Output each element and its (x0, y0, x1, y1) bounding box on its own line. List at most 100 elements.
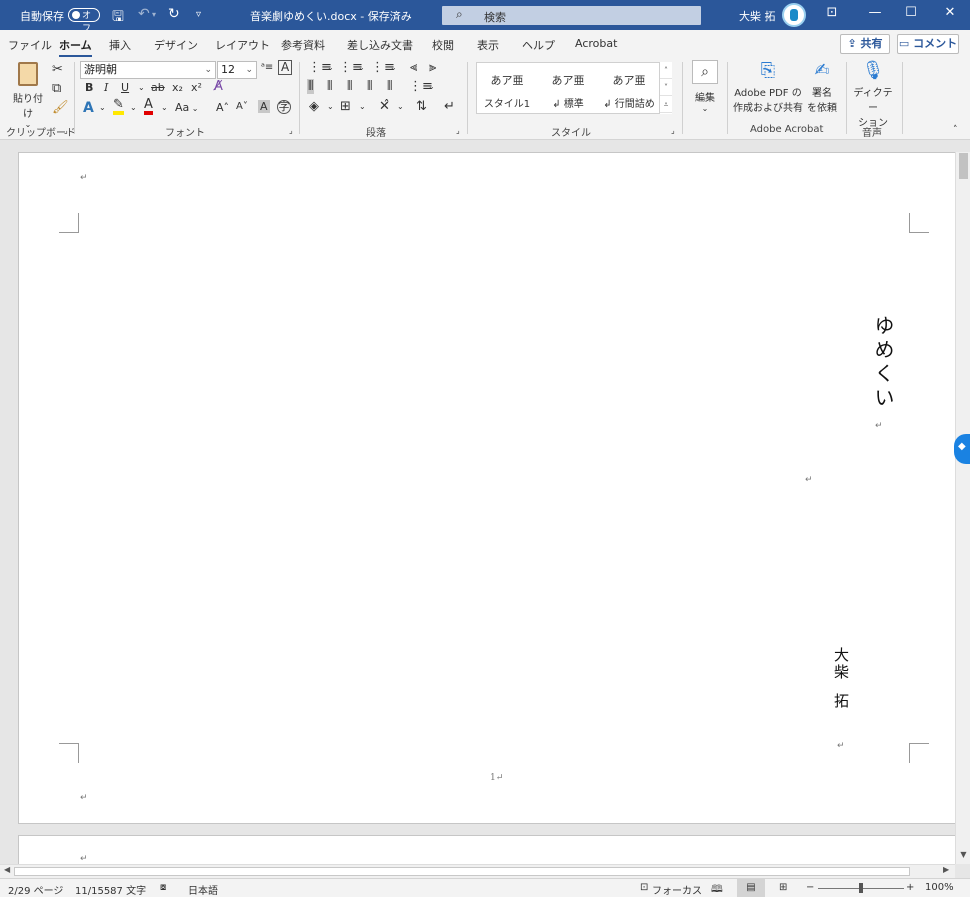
customize-qat-icon[interactable]: ▿ (196, 9, 201, 20)
autosave-toggle[interactable]: オフ (68, 8, 100, 34)
tab-file[interactable]: ファイル (8, 37, 52, 53)
char-shading-icon[interactable]: A (258, 100, 270, 113)
text-effects-icon[interactable]: A (83, 100, 94, 116)
highlight-dropdown-icon[interactable]: ⌄ (130, 103, 137, 112)
tab-view[interactable]: 表示 (477, 37, 499, 53)
clear-formatting-icon[interactable]: A̸ (214, 79, 223, 94)
horizontal-scrollbar[interactable]: ◀ ▶ (0, 864, 955, 878)
text-effects-dropdown-icon[interactable]: ⌄ (99, 103, 106, 112)
align-bottom-icon[interactable]: ⫴ (347, 79, 352, 94)
print-layout-icon[interactable]: ▤ (737, 879, 765, 897)
page[interactable]: ↵ ゆめくい ↵ ↵ 大柴 拓 ↵ 1↵ ↵ (18, 152, 955, 824)
asian-layout-icon[interactable]: ✕̂ (379, 99, 390, 114)
dropbox-icon[interactable] (954, 434, 970, 464)
multilevel-dropdown-icon[interactable]: ⌄ (390, 63, 397, 72)
underline-dropdown-icon[interactable]: ⌄ (138, 83, 145, 92)
style-item[interactable]: あア亜 ↲ 標準 (538, 63, 598, 111)
scroll-thumb[interactable] (959, 153, 968, 179)
font-launcher-icon[interactable]: ⌟ (289, 126, 293, 135)
tab-home[interactable]: ホーム (59, 37, 92, 57)
borders-icon[interactable]: ⊞ (340, 99, 351, 114)
avatar[interactable] (782, 3, 806, 27)
tab-review[interactable]: 校閲 (432, 37, 454, 53)
chevron-down-icon[interactable]: ˅ (660, 79, 672, 96)
save-icon[interactable]: 🖫 (112, 6, 124, 30)
char-border-icon[interactable]: A (278, 60, 293, 75)
asian-layout-dropdown-icon[interactable]: ⌄ (397, 102, 404, 111)
focus-button[interactable]: フォーカス (652, 882, 702, 897)
line-spacing-dropdown-icon[interactable]: ⌄ (428, 82, 435, 91)
tab-layout[interactable]: レイアウト (215, 37, 270, 53)
request-signature-button[interactable]: ✍ 署名 を依頼 (804, 60, 840, 120)
tab-help[interactable]: ヘルプ (522, 37, 555, 53)
paragraph-launcher-icon[interactable]: ⌟ (456, 126, 460, 135)
share-button[interactable]: ⇪ 共有 (840, 34, 890, 54)
scroll-down-icon[interactable]: ▼ (956, 850, 970, 859)
editing-button[interactable]: ⌕ 編集 ⌄ (690, 60, 720, 114)
collapse-ribbon-icon[interactable]: ˄ (953, 125, 958, 135)
distribute-icon[interactable]: ⫴ (387, 79, 392, 94)
ribbon-display-options-icon[interactable]: ⊡ (817, 5, 847, 20)
user-name[interactable]: 大柴 拓 (739, 8, 776, 24)
vertical-scrollbar[interactable]: ▼ (955, 152, 970, 864)
web-layout-icon[interactable]: ⊞ (779, 882, 787, 893)
show-marks-icon[interactable]: ↵ (444, 99, 455, 114)
tab-insert[interactable]: 挿入 (109, 37, 131, 53)
zoom-in-button[interactable]: + (906, 882, 914, 893)
search-box[interactable]: ⌕ 検索 (442, 6, 701, 25)
maximize-icon[interactable]: ☐ (896, 5, 926, 20)
decrease-indent-icon[interactable]: ⫷ (410, 60, 417, 75)
proofing-icon[interactable]: ⧇ (160, 882, 166, 893)
underline-icon[interactable]: U (121, 81, 129, 94)
bold-icon[interactable]: B (85, 81, 93, 94)
tab-references[interactable]: 参考資料 (281, 37, 325, 53)
scroll-left-icon[interactable]: ◀ (4, 865, 10, 874)
dictate-button[interactable]: 🎙 ディクテー ション (851, 60, 895, 129)
language[interactable]: 日本語 (188, 882, 218, 897)
grow-font-icon[interactable]: A˄ (216, 101, 229, 114)
subscript-icon[interactable]: x₂ (172, 81, 183, 94)
superscript-icon[interactable]: x² (191, 81, 202, 94)
shrink-font-icon[interactable]: A˅ (236, 101, 248, 112)
undo-icon[interactable]: ↶ (138, 6, 150, 22)
borders-dropdown-icon[interactable]: ⌄ (359, 102, 366, 111)
paste-button[interactable]: 貼り付け ⌄ (10, 62, 46, 129)
increase-indent-icon[interactable]: ⫸ (429, 60, 436, 75)
numbering-dropdown-icon[interactable]: ⌄ (358, 63, 365, 72)
zoom-slider-thumb[interactable] (859, 883, 863, 893)
font-color-icon[interactable]: A (144, 98, 153, 115)
styles-launcher-icon[interactable]: ⌟ (671, 126, 675, 135)
page[interactable]: ↵ (18, 835, 955, 864)
font-name-combo[interactable]: 游明朝 ⌄ (80, 61, 216, 79)
tab-acrobat[interactable]: Acrobat (575, 37, 617, 50)
align-top-icon[interactable]: ⫴ (307, 79, 315, 94)
scroll-thumb[interactable] (14, 867, 910, 876)
create-pdf-button[interactable]: ⎘ Adobe PDF の 作成および共有 (733, 60, 803, 120)
font-size-combo[interactable]: 12 ⌄ (217, 61, 257, 79)
tab-mailings[interactable]: 差し込み文書 (347, 37, 413, 53)
change-case-button[interactable]: Aa ⌄ (175, 101, 199, 114)
chevron-up-icon[interactable]: ˄ (660, 62, 672, 79)
highlight-icon[interactable]: ✎ (113, 98, 124, 115)
shading-dropdown-icon[interactable]: ⌄ (327, 102, 334, 111)
font-color-dropdown-icon[interactable]: ⌄ (161, 103, 168, 112)
read-mode-icon[interactable]: 🕮 (711, 882, 723, 897)
minimize-icon[interactable]: — (860, 5, 890, 20)
close-icon[interactable]: ✕ (935, 5, 965, 20)
strikethrough-icon[interactable]: ab (151, 81, 165, 94)
undo-dropdown-icon[interactable]: ▾ (152, 10, 156, 19)
enclose-char-icon[interactable]: 字 (277, 100, 291, 114)
shading-icon[interactable]: ◈ (309, 99, 319, 114)
align-center-icon[interactable]: ⫴ (327, 79, 332, 94)
copy-icon[interactable]: ⧉ (52, 81, 61, 96)
zoom-out-button[interactable]: − (806, 882, 814, 893)
comment-button[interactable]: ▭ コメント (897, 34, 959, 54)
word-count[interactable]: 11/15587 文字 (75, 882, 146, 897)
format-painter-icon[interactable]: 🖌 (52, 100, 69, 115)
sort-icon[interactable]: ⇅ (416, 99, 427, 114)
bullets-dropdown-icon[interactable]: ⌄ (327, 63, 334, 72)
cut-icon[interactable]: ✂ (52, 62, 63, 77)
page-count[interactable]: 2/29 ページ (8, 882, 63, 897)
tab-design[interactable]: デザイン (154, 37, 198, 53)
ruby-icon[interactable]: ᵃ≡ (261, 62, 273, 73)
